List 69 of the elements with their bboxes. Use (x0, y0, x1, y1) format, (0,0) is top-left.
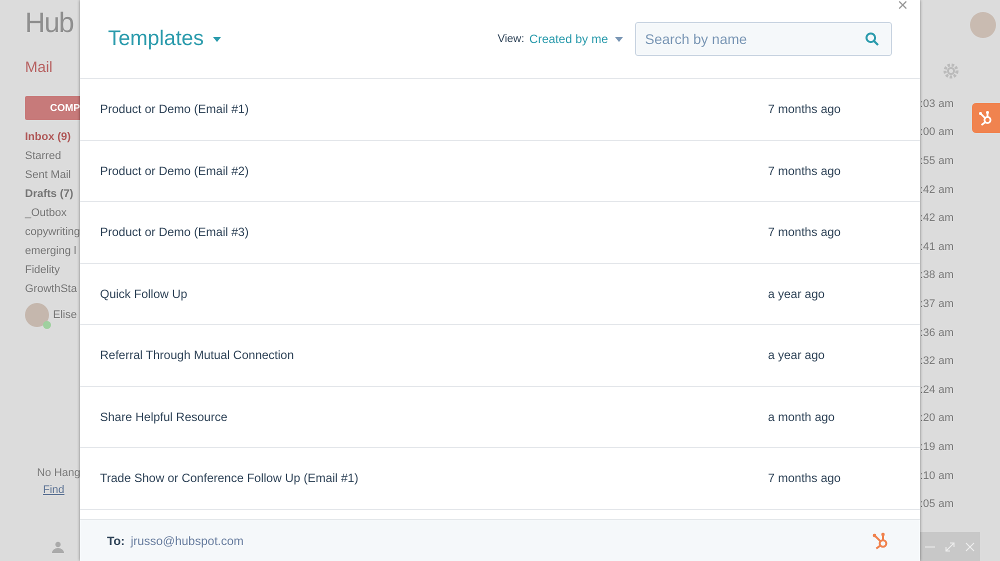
email-time: :37 am (920, 296, 955, 312)
template-name: Share Helpful Resource (100, 408, 228, 426)
view-label: View: (498, 32, 524, 47)
empty-note: No Hang (37, 466, 80, 482)
folder-item[interactable]: Fidelity (25, 261, 80, 280)
sprocket-icon (978, 110, 994, 126)
settings-icon[interactable] (942, 62, 960, 80)
folder-item[interactable]: GrowthSta (25, 280, 80, 300)
find-link[interactable]: Find (43, 482, 80, 498)
email-time: :00 am (920, 125, 955, 140)
email-time: :41 am (920, 240, 955, 255)
caret-icon (615, 36, 623, 42)
template-row[interactable]: Trade Show or Conference Follow Up (Email #1) 7 months ago (80, 448, 920, 510)
compose-button[interactable]: COMP (25, 96, 80, 120)
template-name: Product or Demo (Email #1) (100, 101, 250, 118)
folder-item[interactable]: Sent Mail (25, 166, 80, 186)
profile-avatar[interactable] (970, 12, 996, 38)
close-icon[interactable] (965, 542, 975, 552)
templates-menu[interactable]: Templates (108, 23, 221, 55)
person-icon[interactable] (52, 540, 64, 553)
email-time: :36 am (920, 326, 955, 341)
email-time: :20 am (920, 411, 955, 426)
template-updated: a year ago (768, 347, 825, 364)
sprocket-tab[interactable] (972, 103, 1000, 133)
email-time: :42 am (920, 211, 955, 226)
folder-item[interactable]: Starred (25, 147, 80, 166)
template-row[interactable]: Product or Demo (Email #2) 7 months ago (80, 140, 920, 202)
template-row[interactable]: Product or Demo (Email #3) 7 months ago (80, 202, 920, 264)
folder-item[interactable]: Inbox (9) (25, 128, 80, 148)
template-updated: 7 months ago (768, 101, 841, 118)
logo-text: Hub (25, 8, 74, 39)
folder-item[interactable]: copywriting (25, 223, 80, 242)
template-name: Quick Follow Up (100, 286, 188, 303)
email-time: :24 am (920, 382, 955, 398)
template-updated: a month ago (768, 408, 835, 426)
template-name: Product or Demo (Email #3) (100, 224, 250, 242)
template-name: Product or Demo (Email #2) (100, 162, 250, 180)
template-updated: 7 months ago (768, 224, 841, 242)
user-name: Elise (53, 308, 77, 324)
email-time: :10 am (920, 468, 955, 484)
email-time: :55 am (920, 154, 955, 170)
to-label: To: (107, 532, 125, 550)
view-dropdown[interactable]: Created by me (524, 30, 623, 48)
template-updated: a year ago (768, 286, 825, 303)
template-updated: 7 months ago (768, 470, 841, 488)
folder-item[interactable]: emerging l (25, 242, 80, 262)
folder-item[interactable]: _Outbox (25, 204, 80, 224)
folder-item[interactable]: Drafts (7) (25, 185, 80, 204)
template-row[interactable]: Product or Demo (Email #1) 7 months ago (80, 79, 920, 140)
template-updated: 7 months ago (768, 162, 841, 180)
search-icon[interactable] (865, 32, 879, 46)
close-button[interactable]: × (897, 0, 908, 14)
template-name: Referral Through Mutual Connection (100, 347, 295, 364)
sprocket-icon[interactable] (872, 532, 890, 550)
email-time: :19 am (920, 440, 955, 455)
recipient-email: jrusso@hubspot.com (130, 532, 244, 550)
template-row[interactable]: Share Helpful Resource a month ago (80, 386, 920, 448)
caret-icon (212, 36, 221, 42)
email-time: :05 am (920, 497, 955, 512)
email-time: :32 am (920, 354, 955, 370)
email-time: :03 am (920, 96, 955, 112)
mail-menu[interactable]: Mail (25, 56, 80, 80)
template-row[interactable]: Referral Through Mutual Connection a year ago (80, 325, 920, 386)
search-field[interactable]: Search by name (635, 22, 892, 56)
email-time: :42 am (920, 182, 955, 198)
expand-icon[interactable] (945, 542, 955, 552)
email-time: :38 am (920, 268, 955, 284)
template-name: Trade Show or Conference Follow Up (Email #1) (100, 470, 360, 488)
template-row[interactable]: Quick Follow Up a year ago (80, 264, 920, 325)
